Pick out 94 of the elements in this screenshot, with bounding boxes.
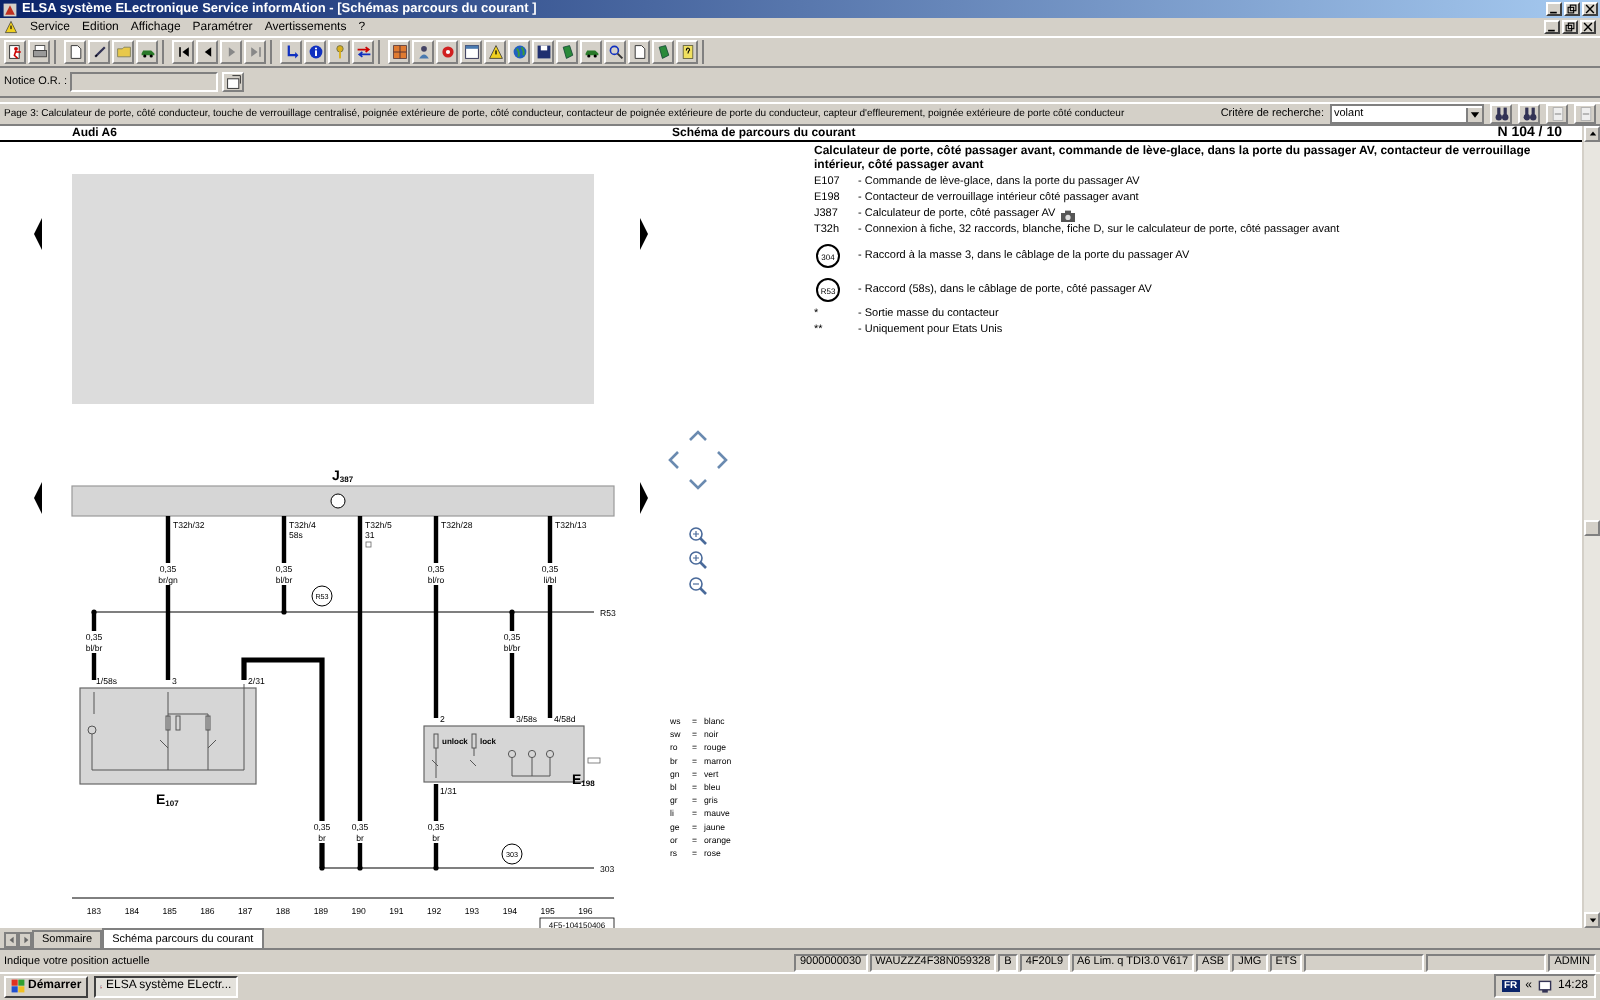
caret-icon <box>1468 107 1482 122</box>
globe-icon <box>511 43 527 60</box>
maximize-button[interactable] <box>1562 20 1578 35</box>
open-button[interactable] <box>222 72 245 93</box>
toolbar-button[interactable] <box>484 39 506 64</box>
gear-icon <box>439 43 455 60</box>
binoculars-icon <box>1493 106 1509 123</box>
scroll-down-button[interactable] <box>1584 912 1600 929</box>
toolbar-button[interactable] <box>388 39 410 64</box>
close-icon <box>1584 4 1596 15</box>
scrollbar[interactable] <box>1582 126 1600 929</box>
person-icon <box>415 43 431 60</box>
marker-icon <box>365 542 372 549</box>
next-arrow[interactable] <box>640 218 648 251</box>
up-arrow-icon <box>1587 130 1597 139</box>
marker-icon <box>587 758 601 765</box>
page-icon <box>67 43 83 60</box>
up-chevron-icon[interactable] <box>689 430 707 442</box>
book-icon <box>559 43 575 60</box>
toolbar-button[interactable] <box>628 39 650 64</box>
camera-icon[interactable] <box>1059 209 1076 222</box>
down-chevron-icon[interactable] <box>689 479 707 491</box>
close-icon <box>1582 22 1594 33</box>
right-chevron-icon[interactable] <box>717 451 728 470</box>
exit-icon <box>7 43 23 60</box>
status-panel <box>1304 953 1425 972</box>
control-unit-symbol <box>330 494 346 510</box>
search-button[interactable] <box>1518 104 1540 125</box>
toolbar-button[interactable] <box>532 39 554 64</box>
switch-drawing <box>431 734 555 780</box>
book-icon <box>655 43 671 60</box>
scroll-thumb[interactable] <box>1584 519 1600 536</box>
toolbar-button[interactable] <box>556 39 578 64</box>
toolbar-button[interactable] <box>64 39 86 64</box>
left-chevron-icon[interactable] <box>668 451 679 470</box>
binoculars-icon <box>1521 106 1537 123</box>
corner-arrow-icon <box>283 43 299 60</box>
toolbar-button[interactable] <box>88 39 110 64</box>
toolbar-button[interactable] <box>604 39 626 64</box>
toolbar-button[interactable] <box>652 39 674 64</box>
scroll-up-button[interactable] <box>1584 126 1600 143</box>
last-page-icon <box>247 43 263 60</box>
right-arrow-icon <box>21 936 29 945</box>
splice-circle <box>311 586 333 608</box>
close-button[interactable] <box>1582 2 1598 17</box>
zoom-in-icon[interactable] <box>689 528 707 546</box>
app-icon <box>2 1 18 18</box>
zoom-out-icon[interactable] <box>689 578 707 596</box>
previous-arrow[interactable] <box>34 482 42 515</box>
help-icon <box>679 43 695 60</box>
previous-arrow[interactable] <box>34 218 42 251</box>
windows-logo-icon <box>10 978 26 995</box>
left-arrow-icon <box>7 936 15 945</box>
tab-scroll-left[interactable] <box>4 932 18 949</box>
maximize-button[interactable] <box>1564 2 1580 17</box>
toolbar-button[interactable] <box>580 39 602 64</box>
key-icon <box>331 43 347 60</box>
pen-icon <box>91 43 107 60</box>
search-button[interactable] <box>1490 104 1512 125</box>
toolbar-button[interactable] <box>4 39 26 64</box>
toolbar-button[interactable] <box>352 39 374 64</box>
warning-icon <box>4 20 18 35</box>
tab-scroll-right[interactable] <box>18 932 32 949</box>
search-icon <box>607 43 623 60</box>
next-arrow[interactable] <box>640 482 648 515</box>
warning-icon <box>487 43 503 60</box>
toolbar-button[interactable] <box>136 39 158 64</box>
toolbar-button[interactable] <box>304 39 326 64</box>
monitor-icon[interactable] <box>1537 979 1552 994</box>
close-button[interactable] <box>1580 20 1596 35</box>
info-icon <box>307 43 323 60</box>
zoom-in-icon[interactable] <box>689 552 707 570</box>
folder-icon <box>115 43 131 60</box>
toolbar-button[interactable] <box>412 39 434 64</box>
previous-icon <box>199 43 215 60</box>
toolbar-button[interactable] <box>196 39 218 64</box>
notice-input[interactable] <box>70 72 219 93</box>
swap-arrows-icon <box>355 43 371 60</box>
toolbar-button[interactable] <box>508 39 530 64</box>
splice-circle <box>501 844 523 866</box>
window-icon <box>225 74 242 91</box>
toolbar-button[interactable] <box>28 39 50 64</box>
down-arrow-icon <box>1587 916 1597 925</box>
printer-icon <box>31 43 47 60</box>
toolbar-button[interactable] <box>172 39 194 64</box>
minimize-button[interactable] <box>1546 2 1562 17</box>
minimize-button[interactable] <box>1544 20 1560 35</box>
toolbar-button[interactable] <box>460 39 482 64</box>
next-icon <box>223 43 239 60</box>
toolbar-button[interactable] <box>280 39 302 64</box>
window-icon <box>463 43 479 60</box>
first-page-icon <box>175 43 191 60</box>
grid-icon <box>391 43 407 60</box>
page-icon <box>631 43 647 60</box>
